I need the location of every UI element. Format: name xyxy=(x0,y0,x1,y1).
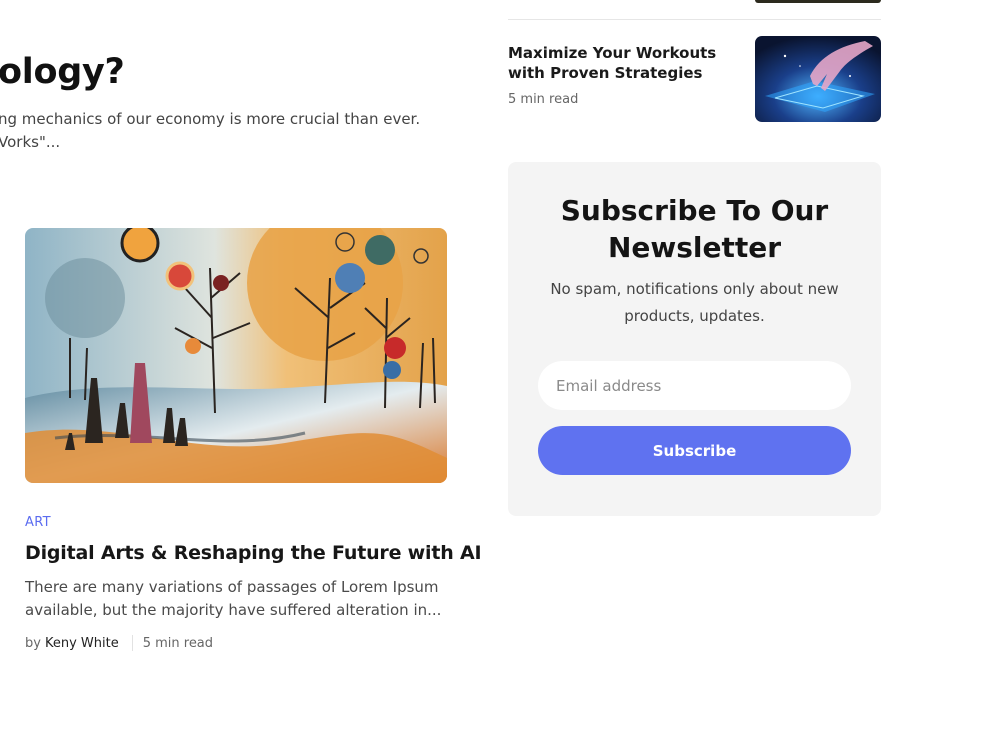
sidebar-divider xyxy=(508,19,881,20)
by-label: by xyxy=(25,635,41,651)
newsletter-description: No spam, notifications only about new pr… xyxy=(550,280,839,325)
newsletter-panel: Subscribe To Our Newsletter No spam, not… xyxy=(508,162,881,516)
article-excerpt: There are many variations of passages of… xyxy=(25,578,442,619)
sidebar-post-thumbnail[interactable] xyxy=(755,36,881,122)
sidebar-post-item[interactable]: Maximize Your Workouts with Proven Strat… xyxy=(508,36,881,122)
meta-divider xyxy=(131,635,133,651)
read-time: 5 min read xyxy=(142,635,214,651)
featured-post-excerpt: ng mechanics of our economy is more cruc… xyxy=(0,110,421,151)
featured-post-title[interactable]: ology? xyxy=(0,52,125,92)
article-card: ART Digital Arts & Reshaping the Future … xyxy=(25,228,482,651)
sidebar-post-title[interactable]: Maximize Your Workouts with Proven Strat… xyxy=(508,43,748,83)
article-image[interactable] xyxy=(25,228,447,483)
email-input[interactable] xyxy=(538,361,851,410)
subscribe-button[interactable]: Subscribe xyxy=(538,426,851,475)
article-title[interactable]: Digital Arts & Reshaping the Future with… xyxy=(25,540,482,566)
newsletter-title: Subscribe To Our Newsletter xyxy=(560,194,829,264)
author-link[interactable]: Keny White xyxy=(45,636,119,651)
article-meta: by Keny White 5 min read xyxy=(25,635,447,651)
previous-post-thumbnail[interactable] xyxy=(755,0,881,3)
sidebar-post-read-time: 5 min read xyxy=(508,92,579,107)
article-category[interactable]: ART xyxy=(25,515,447,530)
